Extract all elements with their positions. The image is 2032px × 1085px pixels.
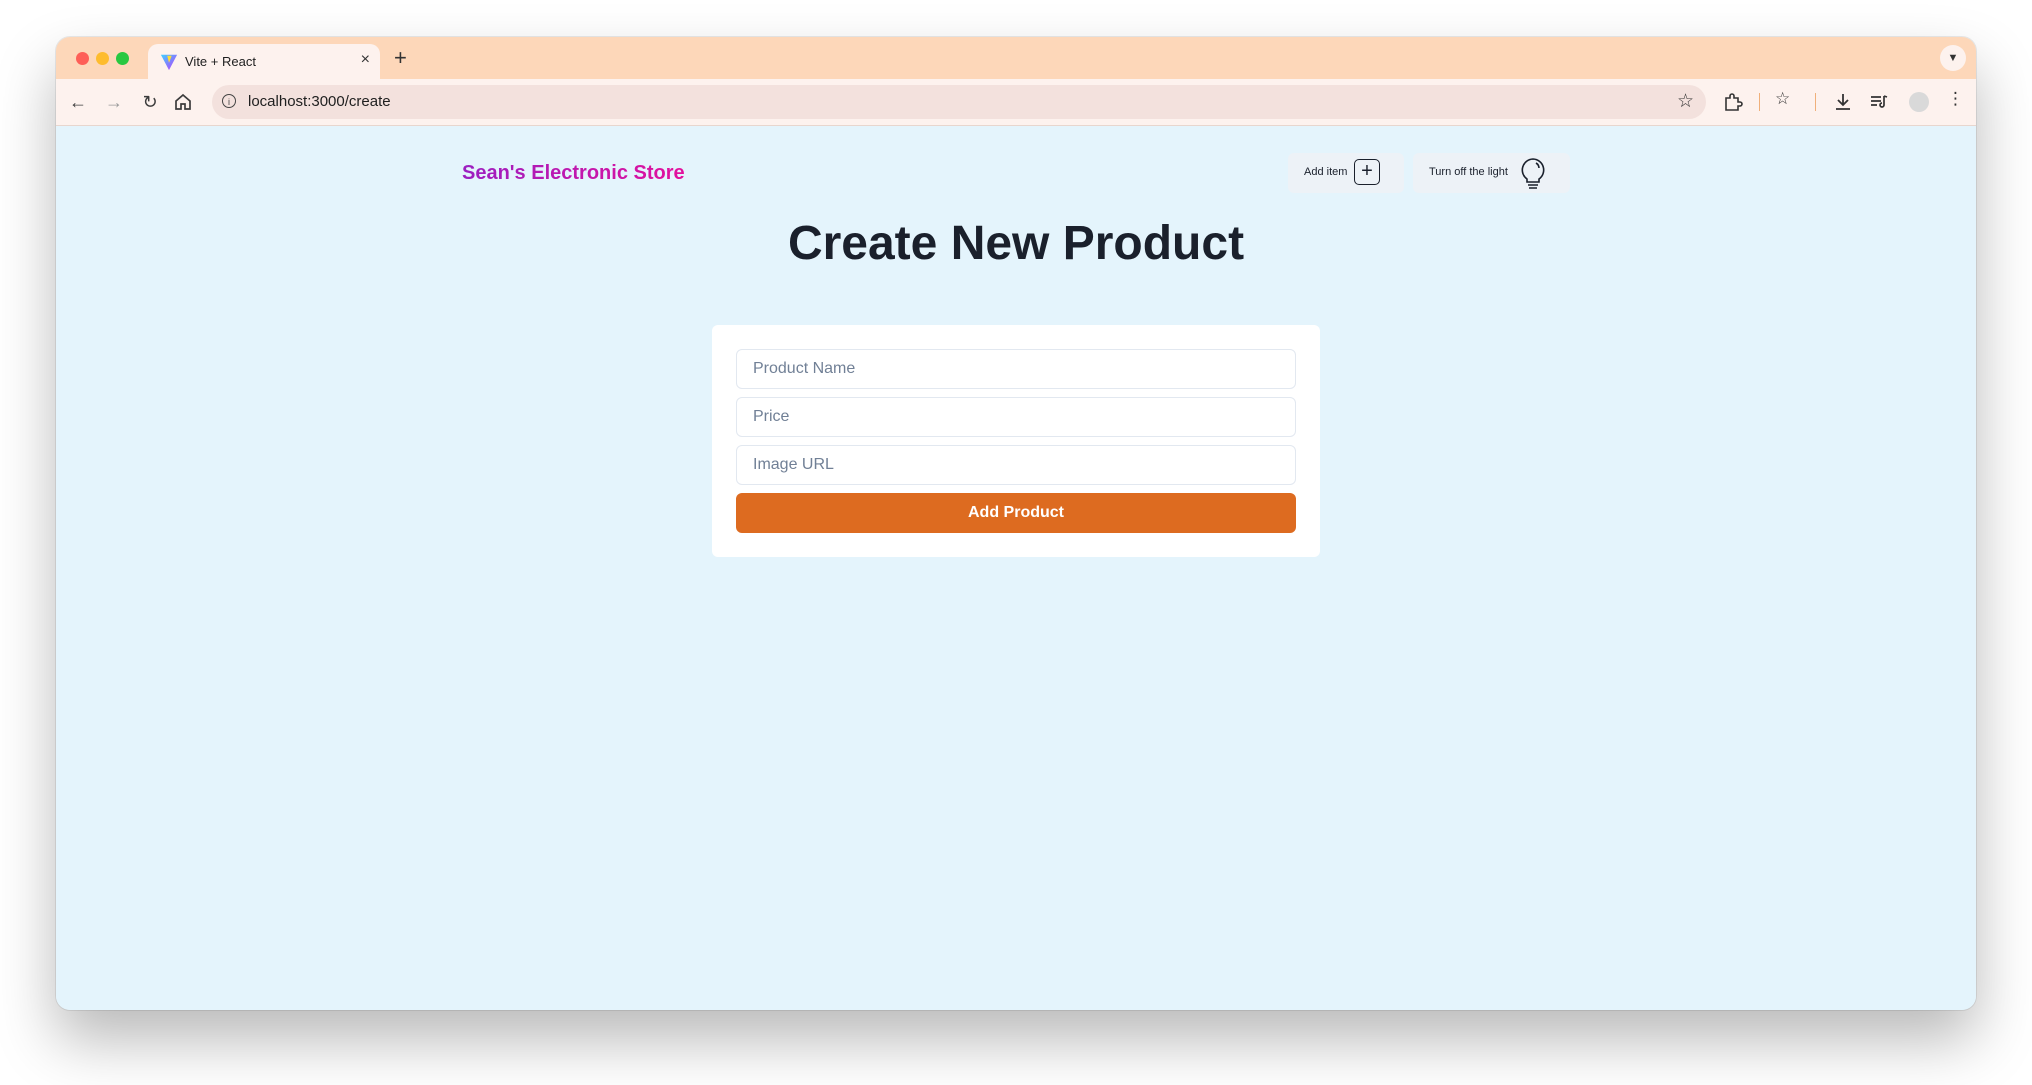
site-info-icon[interactable]: i bbox=[222, 94, 236, 108]
bookmarks-icon[interactable]: ☆ bbox=[1775, 89, 1790, 109]
menu-icon[interactable]: ⋮ bbox=[1947, 89, 1964, 109]
add-product-button[interactable]: Add Product bbox=[736, 493, 1296, 533]
tab-close-icon[interactable]: × bbox=[361, 51, 370, 69]
url-text[interactable]: localhost:3000/create bbox=[248, 93, 391, 110]
tab-strip: Vite + React × + ▼ bbox=[56, 37, 1976, 79]
bookmark-star-icon[interactable]: ☆ bbox=[1677, 90, 1694, 113]
image-url-input[interactable] bbox=[736, 445, 1296, 485]
create-product-form: Add Product bbox=[712, 325, 1320, 557]
brand-link[interactable]: Sean's Electronic Store bbox=[462, 162, 685, 185]
add-item-label: Add item bbox=[1304, 166, 1348, 178]
address-bar[interactable]: i localhost:3000/create ☆ bbox=[212, 85, 1706, 119]
plus-square-icon: + bbox=[1354, 159, 1380, 185]
profile-icon[interactable] bbox=[1909, 92, 1929, 112]
page-content: Sean's Electronic Store Add item + Turn … bbox=[56, 126, 1976, 1010]
media-icon[interactable] bbox=[1869, 92, 1889, 112]
browser-toolbar: ← → ↻ i localhost:3000/create ☆ ☆ ⋮ bbox=[56, 79, 1976, 126]
minimize-window-button[interactable] bbox=[96, 52, 109, 65]
new-tab-icon[interactable]: + bbox=[394, 45, 407, 71]
vite-logo-icon bbox=[160, 54, 178, 71]
add-item-button[interactable]: Add item + bbox=[1288, 153, 1404, 193]
toggle-light-label: Turn off the light bbox=[1429, 166, 1508, 178]
forward-icon[interactable]: → bbox=[102, 90, 126, 114]
download-icon[interactable] bbox=[1833, 92, 1853, 112]
reload-icon[interactable]: ↻ bbox=[138, 90, 162, 114]
toolbar-separator bbox=[1815, 93, 1816, 111]
close-window-button[interactable] bbox=[76, 52, 89, 65]
page-title: Create New Product bbox=[787, 217, 1245, 270]
product-name-input[interactable] bbox=[736, 349, 1296, 389]
browser-tab[interactable]: Vite + React × bbox=[148, 44, 380, 79]
lightbulb-icon bbox=[1521, 158, 1545, 189]
toolbar-separator bbox=[1759, 93, 1760, 111]
price-input[interactable] bbox=[736, 397, 1296, 437]
toggle-light-button[interactable]: Turn off the light bbox=[1413, 153, 1570, 193]
home-icon[interactable] bbox=[174, 93, 192, 111]
browser-window: Vite + React × + ▼ ← → ↻ i localhost:300… bbox=[56, 37, 1976, 1010]
maximize-window-button[interactable] bbox=[116, 52, 129, 65]
tab-title: Vite + React bbox=[185, 54, 256, 69]
tab-search-icon[interactable]: ▼ bbox=[1940, 45, 1966, 71]
back-icon[interactable]: ← bbox=[66, 90, 90, 114]
extensions-icon[interactable] bbox=[1723, 92, 1743, 112]
